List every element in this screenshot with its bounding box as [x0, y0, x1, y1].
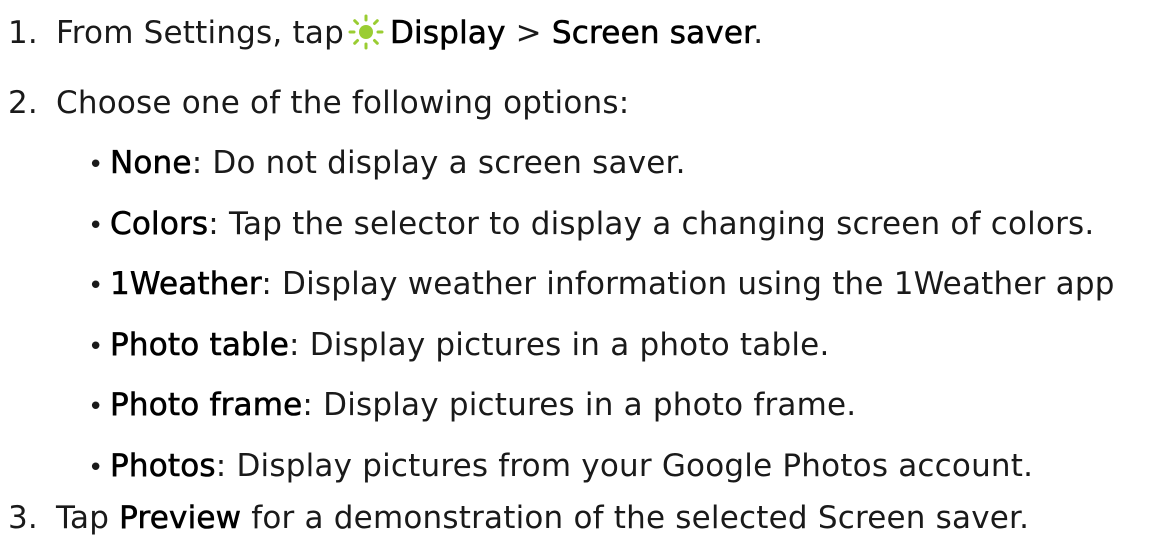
step-2: 2. Choose one of the following options:	[0, 81, 629, 125]
option-photo-table: • Photo table: Display pictures in a phot…	[88, 323, 830, 369]
bullet: •	[88, 150, 104, 180]
step-number: 1.	[8, 15, 38, 51]
option-term: Photos	[110, 448, 216, 485]
bullet: •	[88, 332, 104, 362]
separator: >	[505, 15, 552, 51]
screen-saver-term: Screen saver	[551, 15, 754, 52]
bullet: •	[88, 453, 104, 483]
step-suffix: .	[753, 15, 764, 51]
sun-icon	[348, 14, 384, 50]
step-1: 1. From Settings, tap Display > Screen sa…	[0, 11, 763, 55]
option-desc: : Display pictures in a photo table.	[289, 327, 830, 363]
step-text: From Settings, tap	[56, 15, 344, 51]
option-term: Photo frame	[110, 387, 303, 424]
step-suffix: for a demonstration of the selected Scre…	[241, 500, 1030, 536]
option-desc: : Do not display a screen saver.	[191, 145, 686, 181]
display-term: Display	[389, 15, 506, 52]
option-term: None	[110, 145, 192, 182]
step-number: 3.	[8, 500, 38, 536]
option-none: • None: Do not display a screen saver.	[88, 141, 686, 187]
option-colors: • Colors: Tap the selector to display a c…	[88, 202, 1094, 248]
bullet: •	[88, 392, 104, 422]
option-photo-frame: • Photo frame: Display pictures in a phot…	[88, 383, 856, 429]
option-desc: : Display pictures from your Google Phot…	[215, 448, 1034, 484]
step-text: Tap	[56, 500, 120, 536]
step-3: 3. Tap Preview for a demonstration of the…	[0, 496, 1029, 540]
option-desc: : Display weather information using the …	[261, 266, 1115, 302]
bullet: •	[88, 211, 104, 241]
bullet: •	[88, 271, 104, 301]
preview-term: Preview	[119, 500, 242, 537]
option-term: Photo table	[110, 327, 289, 364]
step-number: 2.	[8, 85, 38, 121]
option-desc: : Tap the selector to display a changing…	[208, 206, 1095, 242]
option-photos: • Photos: Display pictures from your Goog…	[88, 444, 1033, 490]
step-text: Choose one of the following options:	[56, 85, 630, 121]
option-desc: : Display pictures in a photo frame.	[302, 387, 857, 423]
option-term: Colors	[110, 206, 209, 243]
option-term: 1Weather	[110, 266, 262, 303]
option-1weather: • 1Weather: Display weather information u…	[88, 262, 1115, 308]
